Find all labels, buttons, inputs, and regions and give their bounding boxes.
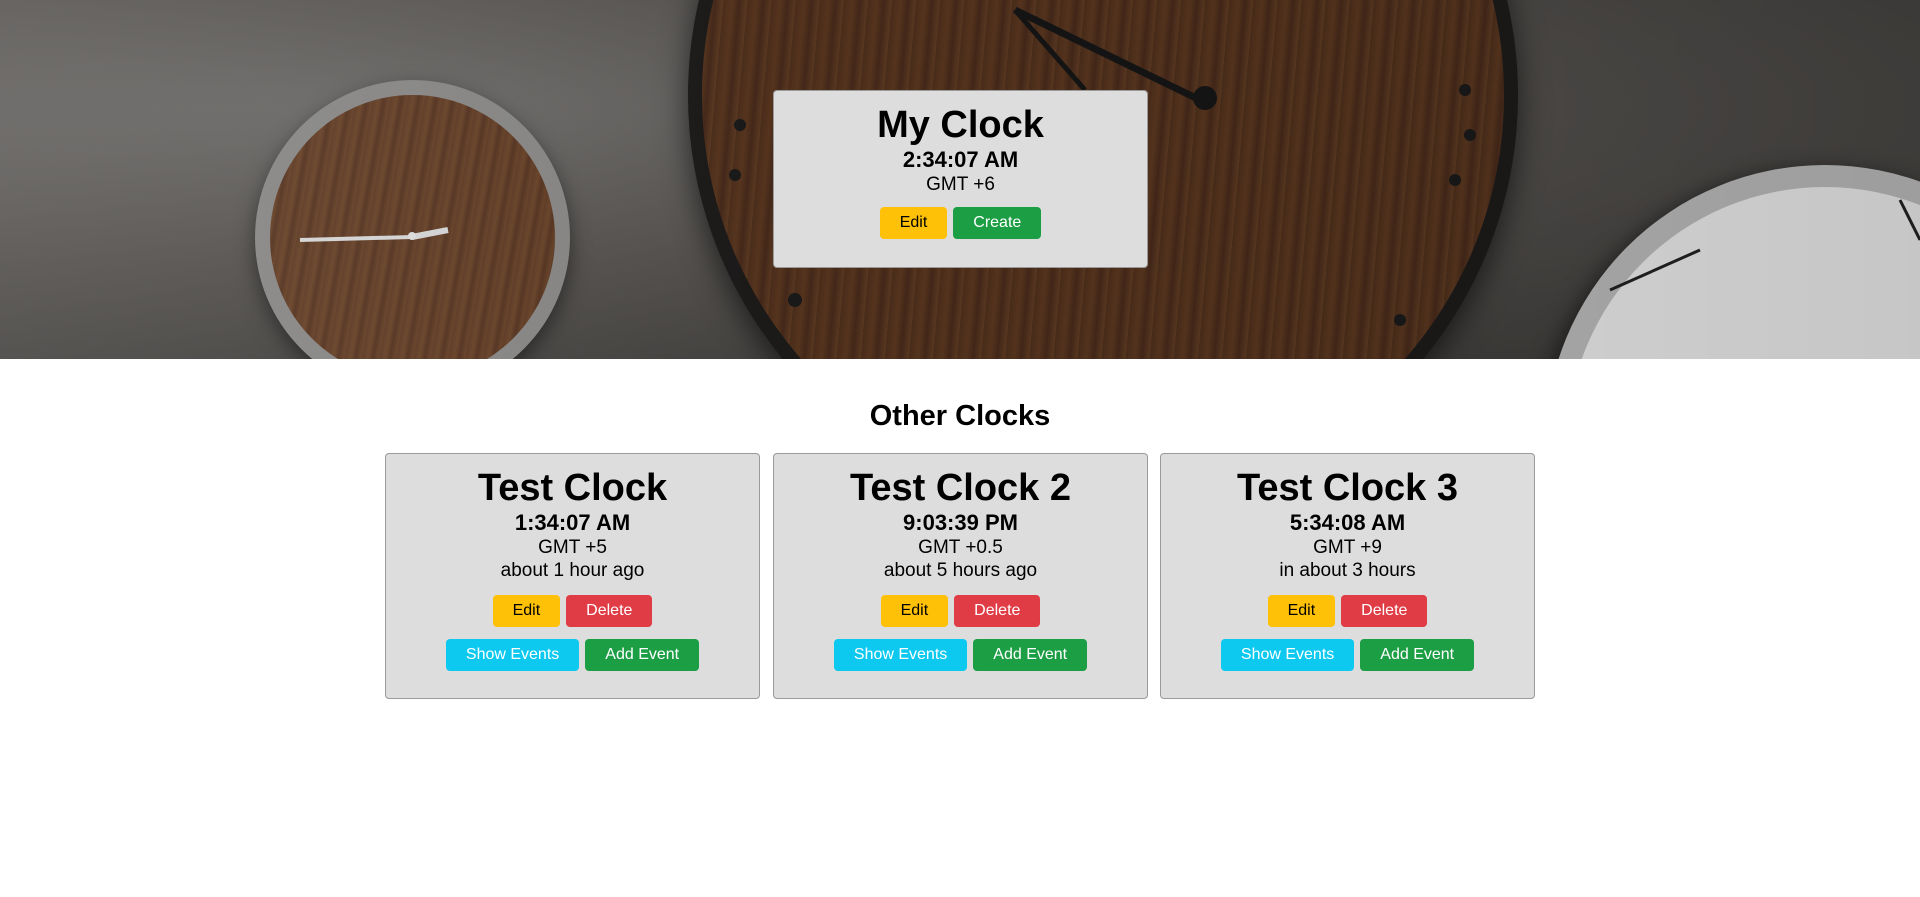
clock-delete-button[interactable]: Delete <box>566 595 653 627</box>
clock-edit-button[interactable]: Edit <box>1267 595 1336 627</box>
clock-title: Test Clock 2 <box>849 467 1072 509</box>
clock-show-events-button[interactable]: Show Events <box>445 639 580 671</box>
my-clock-title: My Clock <box>877 104 1044 146</box>
clock-timezone: GMT +0.5 <box>918 537 1003 558</box>
clock-delete-button[interactable]: Delete <box>954 595 1041 627</box>
clock-relative-time: about 5 hours ago <box>883 560 1038 581</box>
clock-card: Test Clock 3 5:34:08 AM GMT +9 in about … <box>1160 453 1535 699</box>
my-clock-time: 2:34:07 AM <box>902 147 1019 172</box>
clock-add-event-button[interactable]: Add Event <box>585 639 700 671</box>
clock-timezone: GMT +9 <box>1313 537 1382 558</box>
my-clock-timezone: GMT +6 <box>926 174 995 195</box>
my-clock-card: My Clock 2:34:07 AM GMT +6 Edit Create <box>773 90 1148 268</box>
clock-add-event-button[interactable]: Add Event <box>1360 639 1475 671</box>
clock-edit-button[interactable]: Edit <box>880 595 949 627</box>
clock-timezone: GMT +5 <box>538 537 607 558</box>
clock-time: 1:34:07 AM <box>514 510 631 535</box>
clock-title: Test Clock 3 <box>1236 467 1459 509</box>
hero-banner: My Clock 2:34:07 AM GMT +6 Edit Create <box>0 0 1920 359</box>
clock-card: Test Clock 2 9:03:39 PM GMT +0.5 about 5… <box>773 453 1148 699</box>
clock-card: Test Clock 1:34:07 AM GMT +5 about 1 hou… <box>385 453 760 699</box>
clock-show-events-button[interactable]: Show Events <box>1220 639 1355 671</box>
my-clock-edit-button[interactable]: Edit <box>879 207 948 239</box>
other-clocks-heading: Other Clocks <box>869 400 1051 432</box>
clock-time: 5:34:08 AM <box>1289 510 1406 535</box>
clock-delete-button[interactable]: Delete <box>1341 595 1428 627</box>
clock-edit-button[interactable]: Edit <box>492 595 561 627</box>
clock-title: Test Clock <box>477 467 668 509</box>
clock-relative-time: about 1 hour ago <box>500 560 645 581</box>
clock-relative-time: in about 3 hours <box>1279 560 1416 581</box>
clock-time: 9:03:39 PM <box>903 510 1018 535</box>
clock-show-events-button[interactable]: Show Events <box>833 639 968 671</box>
clock-add-event-button[interactable]: Add Event <box>973 639 1088 671</box>
my-clock-create-button[interactable]: Create <box>953 207 1042 239</box>
